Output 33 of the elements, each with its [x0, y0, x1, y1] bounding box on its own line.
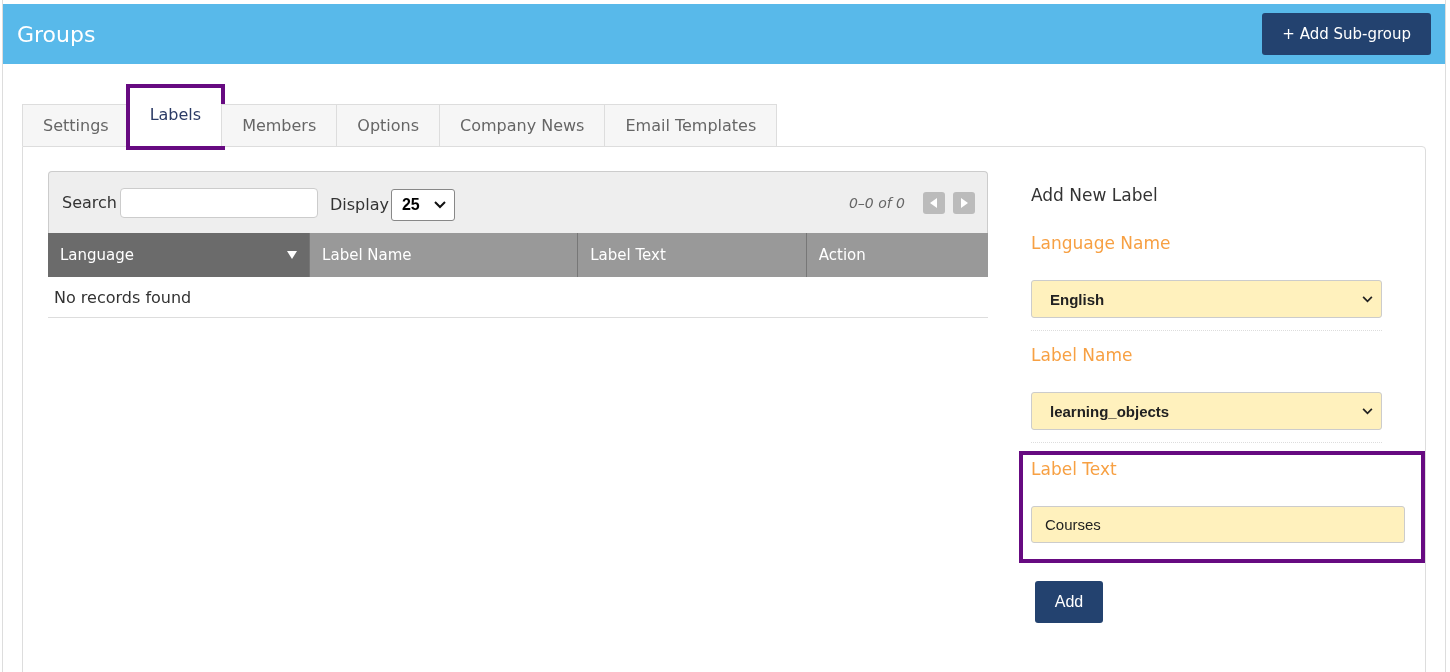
chevron-down-icon [1362, 295, 1373, 303]
empty-message: No records found [48, 277, 988, 318]
select-field[interactable]: learning_objects [1031, 392, 1382, 430]
search-label: Search [62, 193, 117, 212]
form-title: Add New Label [1031, 185, 1159, 205]
previous-page-button[interactable] [923, 191, 945, 214]
column-header[interactable]: Language [48, 233, 310, 277]
triangle-right-icon [960, 197, 968, 208]
tab[interactable]: Members [221, 104, 338, 146]
sort-down-icon [287, 251, 298, 259]
field-label: Label Text [1031, 459, 1118, 479]
page-title: Groups [17, 21, 96, 47]
search-field[interactable] [119, 187, 318, 218]
field-label: Language Name [1031, 233, 1172, 253]
display-label: Display [329, 195, 389, 214]
tab[interactable]: Labels [128, 87, 223, 147]
column-header[interactable]: Label Text [577, 233, 806, 277]
column-header[interactable]: Label Name [309, 233, 578, 277]
display-select[interactable]: 25 [390, 188, 455, 221]
text-field[interactable]: Courses [1031, 506, 1405, 543]
triangle-left-icon [930, 197, 938, 208]
chevron-down-icon [433, 200, 446, 209]
select-field[interactable]: English [1031, 280, 1382, 318]
add-button[interactable]: Add [1035, 581, 1103, 623]
tab[interactable]: Options [336, 104, 440, 146]
next-page-button[interactable] [953, 191, 975, 214]
column-header[interactable]: Action [805, 233, 988, 277]
tab[interactable]: Company News [439, 104, 606, 146]
chevron-down-icon [1362, 407, 1373, 415]
field-label: Label Name [1031, 345, 1134, 365]
add-sub-group-button[interactable]: + Add Sub-group [1262, 13, 1431, 55]
pagination-info: 0–0 of 0 [848, 194, 905, 211]
tab[interactable]: Email Templates [604, 104, 778, 146]
